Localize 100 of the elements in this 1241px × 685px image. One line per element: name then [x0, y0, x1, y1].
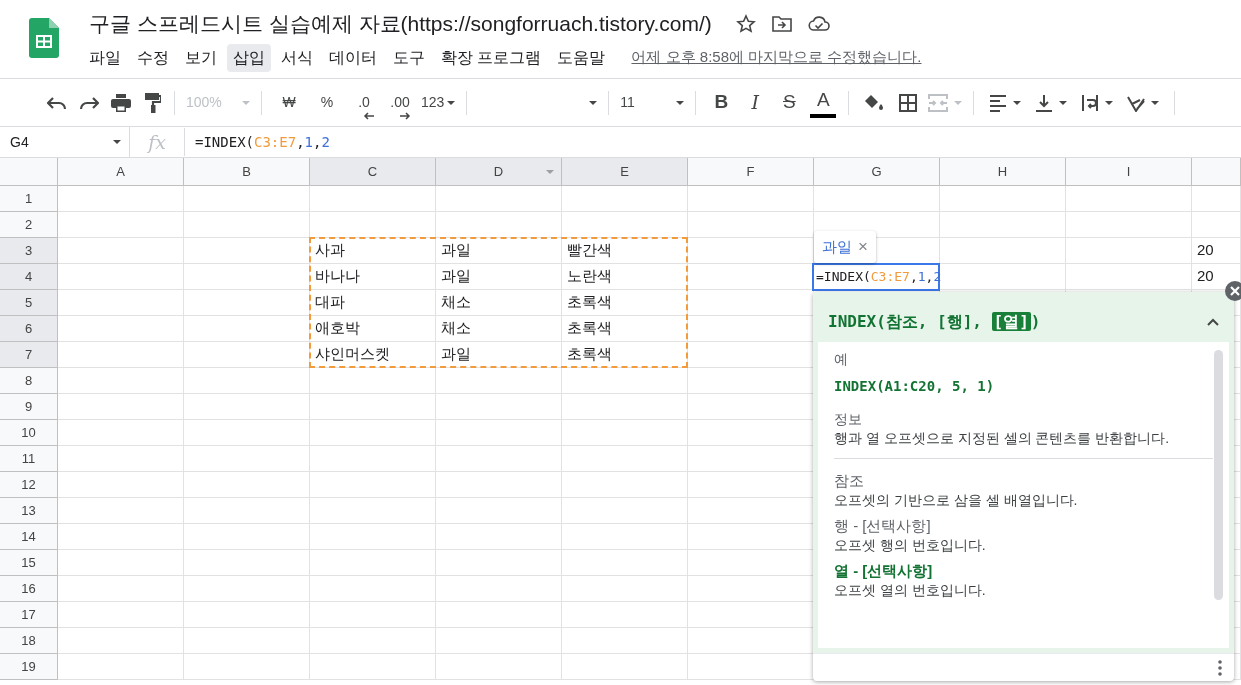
parameter-description: 오프셋 열의 번호입니다.: [834, 581, 987, 600]
text-wrap-icon: [1081, 93, 1100, 112]
redo-icon: [79, 96, 99, 109]
font-size-dropdown[interactable]: 11: [617, 88, 688, 117]
strikethrough-button[interactable]: S: [776, 88, 803, 117]
row-header[interactable]: 1: [0, 186, 58, 212]
text-color-button[interactable]: A: [810, 87, 837, 118]
menu-item[interactable]: 삽입: [227, 43, 271, 72]
name-box[interactable]: G4: [0, 127, 130, 157]
menu-item[interactable]: 보기: [179, 43, 223, 72]
arrow-icon: [363, 111, 375, 120]
table-cell: 노란색: [562, 264, 688, 290]
undo-icon: [47, 96, 67, 109]
table-cell: 대파: [310, 290, 436, 316]
bold-button[interactable]: B: [708, 88, 735, 117]
vertical-align-icon: [1035, 93, 1054, 112]
table-cell: [1192, 212, 1241, 238]
more-options-icon[interactable]: [1218, 659, 1222, 676]
menu-item[interactable]: 서식: [275, 43, 319, 72]
increase-decimal-button[interactable]: .00: [387, 88, 413, 117]
scrollbar-thumb[interactable]: [1214, 350, 1223, 600]
sheets-logo-icon: [29, 18, 59, 58]
number-format-dropdown[interactable]: 123: [418, 88, 459, 117]
parameter-description: 오프셋 행의 번호입니다.: [834, 535, 987, 555]
menu-item[interactable]: 데이터: [323, 43, 383, 72]
document-title[interactable]: 구글 스프레드시트 실습예제 자료(https://songforruach.tistory.com/): [89, 8, 712, 40]
star-icon[interactable]: [735, 13, 756, 34]
cloud-check-icon[interactable]: [807, 15, 830, 32]
last-edit-link[interactable]: 어제 오후 8:58에 마지막으로 수정했습니다.: [631, 46, 922, 69]
collapse-icon[interactable]: [1207, 318, 1219, 326]
caret-icon: [589, 100, 598, 105]
caret-icon: [1105, 100, 1114, 105]
row-header[interactable]: 18: [0, 628, 58, 654]
currency-button[interactable]: ₩: [276, 88, 302, 117]
row-header[interactable]: 14: [0, 524, 58, 550]
column-header[interactable]: E: [562, 158, 688, 186]
column-header[interactable]: D: [436, 158, 562, 186]
row-header[interactable]: 12: [0, 472, 58, 498]
caret-icon: [676, 100, 685, 105]
row-header[interactable]: 16: [0, 576, 58, 602]
menu-item[interactable]: 도구: [387, 43, 431, 72]
row-header[interactable]: 19: [0, 654, 58, 680]
menu-item[interactable]: 파일: [83, 43, 127, 72]
formula-input[interactable]: =INDEX(C3:E7,1,2: [185, 131, 330, 153]
table-cell: 과일: [436, 264, 562, 290]
percent-button[interactable]: %: [314, 88, 340, 117]
row-header[interactable]: 10: [0, 420, 58, 446]
value-chip-label[interactable]: 과일: [822, 235, 852, 259]
parameter-name: 참조: [834, 470, 865, 491]
row-header[interactable]: 15: [0, 550, 58, 576]
caret-icon: [113, 140, 121, 144]
table-cell: 초록색: [562, 290, 688, 316]
column-header[interactable]: F: [688, 158, 814, 186]
row-header[interactable]: 9: [0, 394, 58, 420]
row-header[interactable]: 5: [0, 290, 58, 316]
fill-color-icon: [864, 93, 885, 112]
row-header[interactable]: 6: [0, 316, 58, 342]
table-cell: 과일: [436, 238, 562, 264]
column-header[interactable]: C: [310, 158, 436, 186]
column-header[interactable]: B: [184, 158, 310, 186]
table-cell: 채소: [436, 316, 562, 342]
row-header[interactable]: 8: [0, 368, 58, 394]
column-header[interactable]: I: [1066, 158, 1192, 186]
example-label: 예: [834, 350, 849, 369]
decrease-decimal-button[interactable]: .0: [351, 88, 377, 117]
menu-item[interactable]: 확장 프로그램: [435, 43, 548, 72]
column-header[interactable]: A: [58, 158, 184, 186]
column-header[interactable]: G: [814, 158, 940, 186]
row-header[interactable]: 17: [0, 602, 58, 628]
close-chip-button[interactable]: ×: [858, 234, 868, 260]
align-left-icon: [989, 93, 1008, 112]
info-label: 정보: [834, 409, 863, 429]
caret-icon: [1151, 100, 1160, 105]
table-cell: 바나나: [310, 264, 436, 290]
row-header[interactable]: 4: [0, 264, 58, 290]
parameter-name: 열 - [선택사항]: [834, 560, 934, 581]
row-header[interactable]: 3: [0, 238, 58, 264]
caret-icon: [1059, 100, 1068, 105]
menu-item[interactable]: 수정: [131, 43, 175, 72]
table-cell: 빨간색: [562, 238, 688, 264]
table-cell: 20: [1192, 238, 1241, 264]
parameter-description: 오프셋의 기반으로 삼을 셀 배열입니다.: [834, 490, 1079, 510]
row-header[interactable]: 11: [0, 446, 58, 472]
function-label: fx: [130, 127, 185, 157]
arrow-icon: [399, 111, 411, 120]
move-folder-icon[interactable]: [771, 14, 792, 33]
row-header[interactable]: 7: [0, 342, 58, 368]
caret-icon: [447, 100, 456, 105]
example-formula: INDEX(A1:C20, 5, 1): [834, 376, 996, 396]
column-header[interactable]: H: [940, 158, 1066, 186]
table-cell: 샤인머스켓: [310, 342, 436, 368]
table-cell: 사과: [310, 238, 436, 264]
caret-icon: [954, 100, 963, 105]
table-cell: 채소: [436, 290, 562, 316]
close-icon[interactable]: [1225, 281, 1241, 301]
row-header[interactable]: 2: [0, 212, 58, 238]
table-cell: 초록색: [562, 342, 688, 368]
row-header[interactable]: 13: [0, 498, 58, 524]
menu-item[interactable]: 도움말: [551, 43, 612, 72]
italic-button[interactable]: I: [742, 88, 769, 117]
